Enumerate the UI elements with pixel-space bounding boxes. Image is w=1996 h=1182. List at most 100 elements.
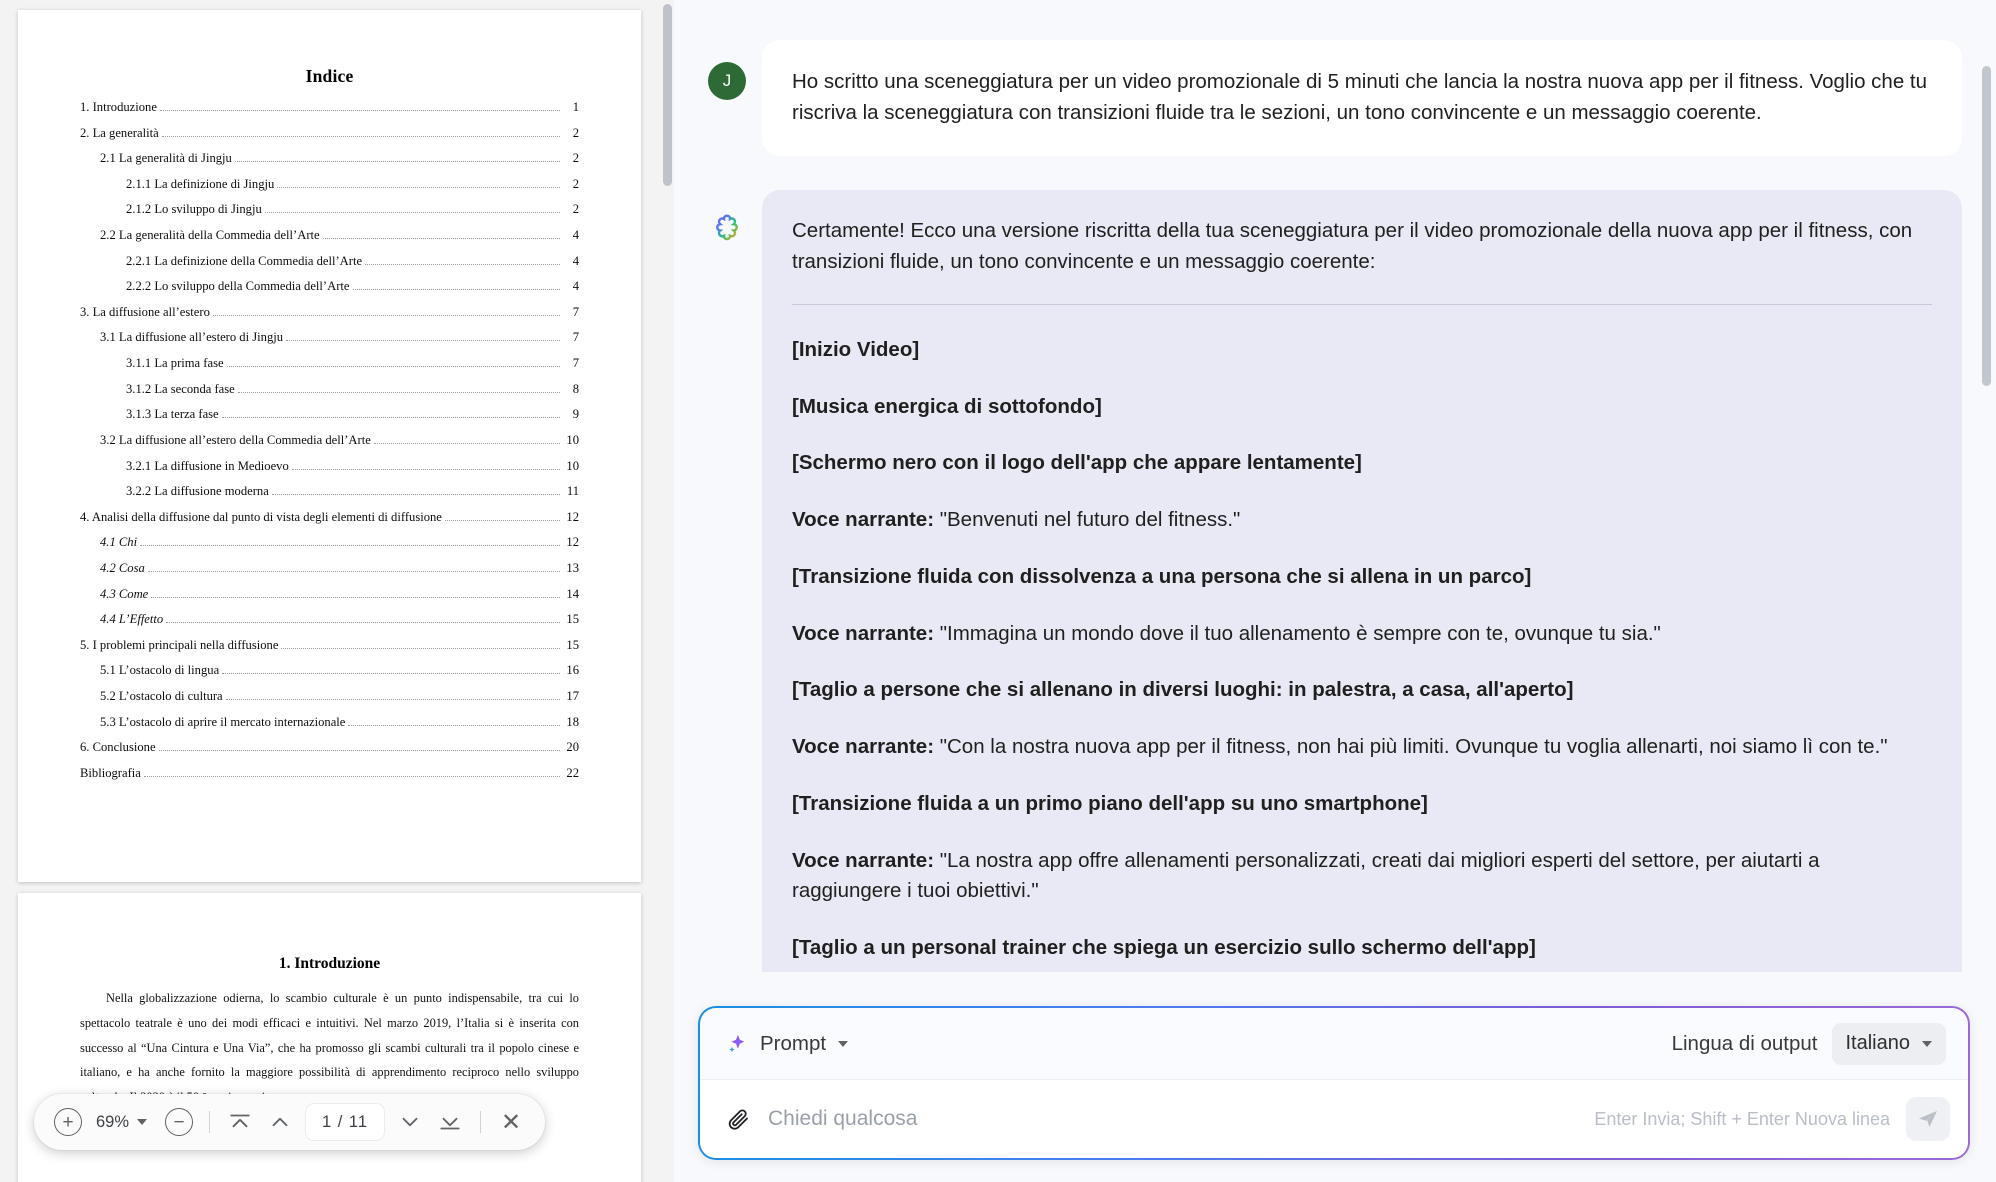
toc-entry-label: 4.4 L’Effetto	[100, 612, 164, 627]
toc-entry[interactable]: 3.1.3 La terza fase 9	[80, 408, 579, 421]
output-language-value: Italiano	[1845, 1032, 1911, 1054]
chat-scrollbar[interactable]	[1982, 4, 1991, 952]
toc-entry-page: 7	[572, 330, 579, 345]
toc-leader-dots	[322, 238, 560, 240]
toc-entry-label: 5. I problemi principali nella diffusion…	[80, 637, 279, 652]
assistant-script-line: Voce narrante: "La nostra app offre alle…	[792, 846, 1932, 908]
toc-entry[interactable]: 2.2.1 La definizione della Commedia dell…	[80, 253, 579, 268]
previous-page-button[interactable]	[260, 1102, 300, 1142]
toc-entry[interactable]: 4.2 Cosa 13	[80, 560, 579, 575]
chat-message-list[interactable]: J Ho scritto una sceneggiatura per un vi…	[674, 0, 1996, 972]
toc-entry-page: 16	[566, 663, 579, 678]
toc-entry[interactable]: 2. La generalità 2	[80, 126, 579, 140]
assistant-script-line: Voce narrante: "Con la nostra nuova app …	[792, 732, 1932, 763]
assistant-script-lines: [Inizio Video] [Musica energica di sottof…	[792, 335, 1932, 972]
narration-lead: Voce narrante:	[792, 848, 935, 872]
toc-entry[interactable]: 3.2.1 La diffusione in Medioevo 10	[80, 458, 579, 473]
pdf-toolbar: + 69% − 1 / 11 ✕	[34, 1094, 546, 1150]
toc-leader-dots	[237, 391, 560, 393]
toc-entry[interactable]: 5.2 L’ostacolo di cultura 17	[80, 689, 579, 704]
toc-entry[interactable]: 1. Introduzione 1	[80, 100, 579, 114]
toc-entry[interactable]: 3.1 La diffusione all’estero di Jingju 7	[80, 331, 579, 344]
toc-entry-label: 3.2.1 La diffusione in Medioevo	[126, 458, 289, 473]
toc-entry[interactable]: 2.1.2 Lo sviluppo di Jingju 2	[80, 203, 579, 216]
pdf-scrollbar-thumb[interactable]	[663, 4, 672, 186]
toc-entry[interactable]: 5.3 L’ostacolo di aprire il mercato inte…	[80, 715, 579, 729]
toolbar-divider	[209, 1111, 211, 1133]
go-to-last-page-button[interactable]	[430, 1102, 470, 1142]
chat-scrollbar-thumb[interactable]	[1982, 66, 1991, 386]
assistant-script-line: [Schermo nero con il logo dell'app che a…	[792, 451, 1362, 475]
toc-entry-page: 10	[566, 432, 579, 447]
toc-leader-dots	[212, 314, 560, 316]
toc-leader-dots	[234, 161, 560, 163]
toc-entry[interactable]: 3. La diffusione all’estero 7	[80, 304, 579, 319]
chevron-down-icon[interactable]	[838, 1040, 849, 1047]
toc-entry-label: 4.2 Cosa	[100, 560, 145, 575]
toc-entry-label: 3.2 La diffusione all’estero della Comme…	[100, 432, 371, 447]
zoom-out-button[interactable]: −	[159, 1102, 199, 1142]
send-button[interactable]	[1906, 1097, 1950, 1141]
next-page-button[interactable]	[390, 1102, 430, 1142]
toolbar-divider-2	[480, 1111, 482, 1133]
search-input[interactable]	[768, 1107, 1595, 1131]
toc-entry[interactable]: 5. I problemi principali nella diffusion…	[80, 637, 579, 652]
pdf-scroll-container[interactable]: Indice 1. Introduzione 1 2. La generalità 2…	[0, 0, 674, 1182]
toc-entry[interactable]: 2.2.2 Lo sviluppo della Commedia dell’Ar…	[80, 280, 579, 293]
toc-entry[interactable]: 2.1.1 La definizione di Jingju 2	[80, 177, 579, 191]
document-title: Indice	[305, 66, 354, 86]
toc-entry[interactable]: 5.1 L’ostacolo di lingua 16	[80, 664, 579, 677]
zoom-in-button[interactable]: +	[48, 1102, 88, 1142]
toc-entry[interactable]: 3.2 La diffusione all’estero della Comme…	[80, 432, 579, 447]
minus-icon: −	[165, 1108, 194, 1136]
toc-entry-page: 15	[566, 637, 579, 652]
toc-entry-page: 14	[566, 586, 579, 601]
paperclip-icon[interactable]	[726, 1107, 750, 1131]
page-indicator[interactable]: 1 / 11	[306, 1104, 385, 1140]
prompt-mode-label[interactable]: Prompt	[760, 1032, 826, 1056]
toc-leader-dots	[158, 750, 560, 752]
toc-entry-page: 2	[572, 151, 579, 166]
chevron-down-icon[interactable]	[137, 1119, 148, 1125]
toc-leader-dots	[264, 212, 560, 214]
toc-entry[interactable]: 4.1 Chi 12	[80, 536, 579, 549]
toc-entry-page: 10	[566, 458, 579, 473]
user-message-row: J Ho scritto una sceneggiatura per un vi…	[708, 40, 1962, 157]
toc-leader-dots	[348, 724, 560, 726]
toc-entry[interactable]: 2.1 La generalità di Jingju 2	[80, 151, 579, 166]
toc-entry-page: 17	[566, 689, 579, 704]
avatar[interactable]: J	[708, 62, 746, 100]
go-to-first-page-icon	[230, 1114, 250, 1128]
toc-entry[interactable]: Bibliografia 22	[80, 766, 579, 780]
toc-entry-page: 4	[572, 279, 579, 294]
close-pdf-button[interactable]: ✕	[491, 1102, 531, 1142]
toc-entry[interactable]: 3.1.1 La prima fase 7	[80, 356, 579, 371]
toc-entry[interactable]: 3.2.2 La diffusione moderna 11	[80, 484, 579, 498]
assistant-script-line: [Transizione fluida con dissolvenza a un…	[792, 564, 1532, 588]
toc-leader-dots	[161, 135, 560, 137]
toc-entry[interactable]: 4.4 L’Effetto 15	[80, 612, 579, 627]
toc-entry-page: 7	[572, 304, 579, 319]
toc-entry-page: 9	[572, 407, 579, 422]
toc-entry-label: 3.1.1 La prima fase	[126, 356, 224, 371]
toc-entry-label: 3. La diffusione all’estero	[80, 304, 210, 319]
output-language-label: Lingua di output	[1671, 1031, 1818, 1055]
toc-entry[interactable]: 3.1.2 La seconda fase 8	[80, 381, 579, 396]
toc-entry[interactable]: 4.3 Come 14	[80, 586, 579, 601]
zoom-level-label[interactable]: 69%	[88, 1113, 133, 1132]
pdf-scrollbar[interactable]	[663, 0, 672, 1182]
toc-entry[interactable]: 2.2 La generalità della Commedia dell’Ar…	[80, 228, 579, 242]
toc-entry-label: 2.2.1 La definizione della Commedia dell…	[126, 253, 363, 268]
toc-entry-label: 3.1.2 La seconda fase	[126, 381, 235, 396]
toc-entry-label: 4.1 Chi	[100, 535, 138, 550]
toc-entry-label: 5.1 L’ostacolo di lingua	[100, 663, 220, 678]
pdf-viewer-pane: Indice 1. Introduzione 1 2. La generalità 2…	[0, 0, 674, 1182]
prompt-box: Prompt Lingua di output Italiano Chiedi …	[698, 1006, 1970, 1160]
toc-leader-dots	[222, 673, 560, 675]
toc-entry[interactable]: 4. Analisi della diffusione dal punto di…	[80, 510, 579, 524]
go-to-first-page-button[interactable]	[220, 1102, 260, 1142]
toc-entry[interactable]: 6. Conclusione 20	[80, 741, 579, 754]
assistant-message-bubble: Certamente! Ecco una versione riscritta …	[762, 190, 1962, 972]
toc-entry-page: 2	[572, 202, 579, 217]
output-language-select[interactable]: Italiano	[1831, 1022, 1946, 1065]
